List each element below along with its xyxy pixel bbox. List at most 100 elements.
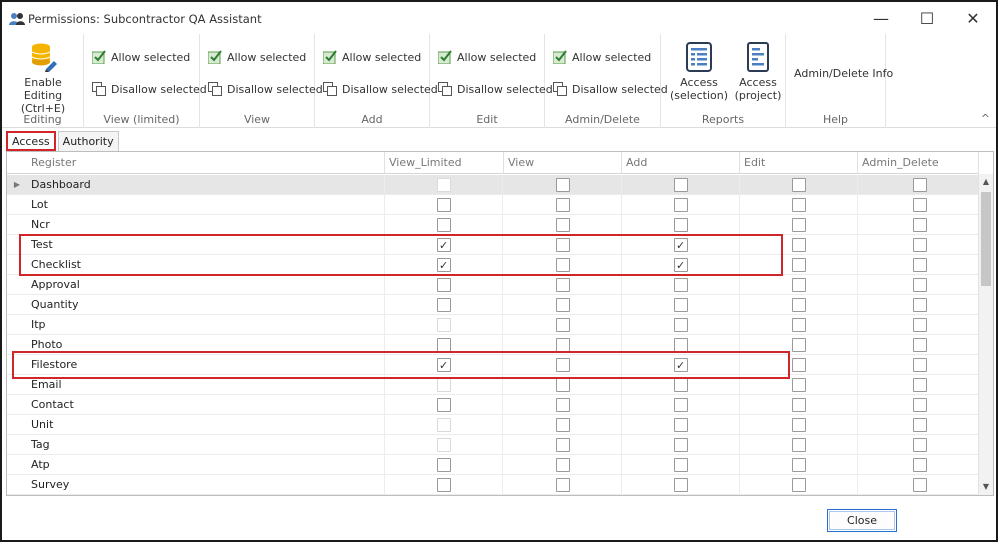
- permission-checkbox[interactable]: [913, 398, 927, 412]
- permission-checkbox[interactable]: [913, 338, 927, 352]
- table-row[interactable]: ▶ Dashboard: [7, 175, 979, 195]
- permission-checkbox[interactable]: [792, 338, 806, 352]
- table-row[interactable]: Photo: [7, 335, 979, 355]
- permission-checkbox[interactable]: [556, 198, 570, 212]
- table-row[interactable]: Checklist ✓ ✓: [7, 255, 979, 275]
- permission-checkbox[interactable]: [556, 418, 570, 432]
- permission-checkbox[interactable]: [792, 318, 806, 332]
- table-row[interactable]: Ncr: [7, 215, 979, 235]
- tab-access[interactable]: Access: [6, 131, 56, 151]
- allow-selected-admin-delete-button[interactable]: Allow selected: [553, 46, 651, 68]
- permission-checkbox[interactable]: [556, 258, 570, 272]
- permission-checkbox[interactable]: [437, 458, 451, 472]
- allow-selected-view-button[interactable]: Allow selected: [208, 46, 306, 68]
- table-row[interactable]: Tag: [7, 435, 979, 455]
- column-header-add[interactable]: Add: [622, 152, 740, 174]
- disallow-selected-admin-delete-button[interactable]: Disallow selected: [553, 78, 668, 100]
- minimize-button[interactable]: —: [858, 2, 904, 34]
- table-row[interactable]: Itp: [7, 315, 979, 335]
- disallow-selected-view-button[interactable]: Disallow selected: [208, 78, 323, 100]
- table-row[interactable]: Lot: [7, 195, 979, 215]
- permission-checkbox[interactable]: [792, 358, 806, 372]
- permission-checkbox[interactable]: [674, 398, 688, 412]
- allow-selected-add-button[interactable]: Allow selected: [323, 46, 421, 68]
- permission-checkbox[interactable]: [913, 178, 927, 192]
- collapse-ribbon-icon[interactable]: ^: [981, 112, 990, 125]
- table-row[interactable]: Quantity: [7, 295, 979, 315]
- permission-checkbox[interactable]: [792, 398, 806, 412]
- permission-checkbox[interactable]: [556, 478, 570, 492]
- table-row[interactable]: Approval: [7, 275, 979, 295]
- permission-checkbox[interactable]: [556, 438, 570, 452]
- table-row[interactable]: Filestore ✓ ✓: [7, 355, 979, 375]
- vertical-scrollbar[interactable]: ▲ ▼: [978, 174, 993, 495]
- permission-checkbox[interactable]: [674, 298, 688, 312]
- disallow-selected-view-limited-button[interactable]: Disallow selected: [92, 78, 207, 100]
- permission-checkbox[interactable]: [674, 458, 688, 472]
- enable-editing-button[interactable]: Enable Editing (Ctrl+E): [8, 42, 78, 115]
- permission-checkbox[interactable]: [792, 418, 806, 432]
- permission-checkbox[interactable]: [674, 278, 688, 292]
- permission-checkbox[interactable]: [556, 458, 570, 472]
- table-row[interactable]: Test ✓ ✓: [7, 235, 979, 255]
- column-header-admin-delete[interactable]: Admin_Delete: [858, 152, 979, 174]
- permission-checkbox[interactable]: [913, 478, 927, 492]
- column-header-view[interactable]: View: [504, 152, 622, 174]
- permission-checkbox[interactable]: [792, 458, 806, 472]
- permission-checkbox[interactable]: [674, 378, 688, 392]
- allow-selected-view-limited-button[interactable]: Allow selected: [92, 46, 190, 68]
- permission-checkbox[interactable]: [556, 338, 570, 352]
- permission-checkbox[interactable]: [913, 238, 927, 252]
- permission-checkbox[interactable]: [792, 438, 806, 452]
- permission-checkbox[interactable]: [792, 238, 806, 252]
- permission-checkbox[interactable]: ✓: [674, 258, 688, 272]
- table-row[interactable]: Email: [7, 375, 979, 395]
- permission-checkbox[interactable]: [556, 178, 570, 192]
- permission-checkbox[interactable]: [674, 418, 688, 432]
- permission-checkbox[interactable]: [556, 218, 570, 232]
- permission-checkbox[interactable]: [792, 478, 806, 492]
- disallow-selected-edit-button[interactable]: Disallow selected: [438, 78, 553, 100]
- column-header-edit[interactable]: Edit: [740, 152, 858, 174]
- admin-delete-info-button[interactable]: Admin/Delete Info: [794, 62, 893, 84]
- permission-checkbox[interactable]: [913, 458, 927, 472]
- access-selection-report-button[interactable]: Access (selection): [670, 42, 728, 102]
- scroll-down-icon[interactable]: ▼: [979, 479, 993, 495]
- permission-checkbox[interactable]: [913, 198, 927, 212]
- permission-checkbox[interactable]: [913, 358, 927, 372]
- permission-checkbox[interactable]: [913, 298, 927, 312]
- permission-checkbox[interactable]: ✓: [674, 238, 688, 252]
- close-button[interactable]: Close: [827, 509, 897, 532]
- permission-checkbox[interactable]: [437, 218, 451, 232]
- permission-checkbox[interactable]: [792, 298, 806, 312]
- permission-checkbox[interactable]: [674, 198, 688, 212]
- permission-checkbox[interactable]: ✓: [437, 238, 451, 252]
- scroll-up-icon[interactable]: ▲: [979, 174, 993, 190]
- permission-checkbox[interactable]: [913, 418, 927, 432]
- permission-checkbox[interactable]: [913, 218, 927, 232]
- permission-checkbox[interactable]: [792, 178, 806, 192]
- permission-checkbox[interactable]: [437, 278, 451, 292]
- table-row[interactable]: Unit: [7, 415, 979, 435]
- permission-checkbox[interactable]: [913, 378, 927, 392]
- permission-checkbox[interactable]: [792, 198, 806, 212]
- permission-checkbox[interactable]: [437, 298, 451, 312]
- permission-checkbox[interactable]: [674, 438, 688, 452]
- maximize-button[interactable]: ☐: [904, 2, 950, 34]
- permission-checkbox[interactable]: [674, 338, 688, 352]
- permission-checkbox[interactable]: ✓: [437, 258, 451, 272]
- permission-checkbox[interactable]: [437, 198, 451, 212]
- permission-checkbox[interactable]: [437, 338, 451, 352]
- permission-checkbox[interactable]: [556, 278, 570, 292]
- permission-checkbox[interactable]: [556, 358, 570, 372]
- column-header-register[interactable]: Register: [27, 152, 385, 174]
- permission-checkbox[interactable]: [674, 218, 688, 232]
- permission-checkbox[interactable]: [674, 318, 688, 332]
- permission-checkbox[interactable]: [674, 478, 688, 492]
- access-project-report-button[interactable]: Access (project): [733, 42, 783, 102]
- permission-checkbox[interactable]: [913, 438, 927, 452]
- permission-checkbox[interactable]: [556, 238, 570, 252]
- column-header-view-limited[interactable]: View_Limited: [385, 152, 504, 174]
- permission-checkbox[interactable]: [913, 278, 927, 292]
- permission-checkbox[interactable]: [913, 318, 927, 332]
